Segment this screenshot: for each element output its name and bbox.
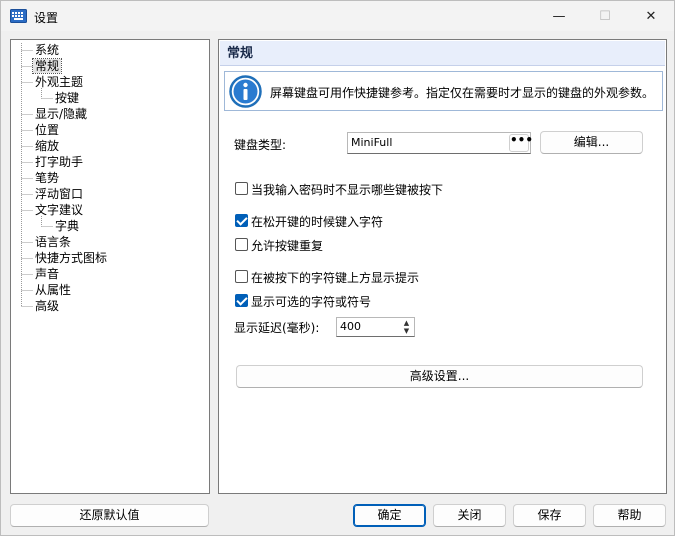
show-hint-above-key-checkbox[interactable] (235, 270, 248, 283)
settings-window: 设置 — ☐ ✕ 系统 常规 外观主题 按键 显示/隐藏 位置 缩放 打字助手 … (0, 0, 675, 536)
info-icon (229, 75, 262, 108)
tree-item-gestures[interactable]: 笔势 (33, 170, 61, 186)
info-box: 屏幕键盘可用作快捷键参考。指定仅在需要时才显示的键盘的外观参数。 (224, 71, 663, 111)
hide-keys-on-password-checkbox[interactable] (235, 182, 248, 195)
allow-key-repeat-checkbox[interactable] (235, 238, 248, 251)
show-optional-chars-label[interactable]: 显示可选的字符或符号 (251, 293, 371, 310)
window-title: 设置 (34, 11, 59, 25)
tree-item-dictionary[interactable]: 字典 (53, 218, 81, 234)
panel-title: 常规 (220, 41, 665, 66)
show-optional-chars-checkbox[interactable] (235, 294, 248, 307)
tree-item-sound[interactable]: 声音 (33, 266, 61, 282)
edit-button[interactable]: 编辑... (540, 131, 643, 154)
tree-item-word-suggestions[interactable]: 文字建议 (33, 202, 85, 218)
save-button[interactable]: 保存 (513, 504, 586, 527)
spin-down-icon[interactable]: ▼ (400, 327, 413, 335)
more-options-icon[interactable]: ••• (509, 134, 533, 152)
tree-item-typing-assistant[interactable]: 打字助手 (33, 154, 85, 170)
close-button[interactable]: 关闭 (433, 504, 506, 527)
close-window-button[interactable]: ✕ (628, 1, 674, 31)
tree-item-appearance-theme[interactable]: 外观主题 (33, 74, 85, 90)
tree-item-system[interactable]: 系统 (33, 42, 61, 58)
advanced-settings-button[interactable]: 高级设置... (236, 365, 643, 388)
ok-button[interactable]: 确定 (353, 504, 426, 527)
hide-keys-on-password-label[interactable]: 当我输入密码时不显示哪些键被按下 (251, 181, 443, 198)
display-delay-label: 显示延迟(毫秒): (234, 321, 320, 335)
keyboard-type-label: 键盘类型: (234, 138, 287, 152)
show-hint-above-key-label[interactable]: 在被按下的字符键上方显示提示 (251, 269, 419, 286)
minimize-button[interactable]: — (536, 1, 582, 31)
info-text: 屏幕键盘可用作快捷键参考。指定仅在需要时才显示的键盘的外观参数。 (270, 86, 655, 100)
maximize-button[interactable]: ☐ (582, 1, 628, 31)
keyboard-app-icon (10, 9, 27, 23)
keyboard-type-combo[interactable]: MiniFull ••• (347, 132, 533, 154)
settings-tree[interactable]: 系统 常规 外观主题 按键 显示/隐藏 位置 缩放 打字助手 笔势 浮动窗口 文… (10, 39, 210, 494)
help-button[interactable]: 帮助 (593, 504, 666, 527)
spin-up-icon[interactable]: ▲ (400, 319, 413, 327)
tree-item-position[interactable]: 位置 (33, 122, 61, 138)
tree-item-show-hide[interactable]: 显示/隐藏 (33, 106, 89, 122)
tree-item-language-bar[interactable]: 语言条 (33, 234, 73, 250)
allow-key-repeat-label[interactable]: 允许按键重复 (251, 237, 323, 254)
input-on-release-label[interactable]: 在松开键的时候键入字符 (251, 213, 383, 230)
keyboard-type-value: MiniFull (351, 136, 393, 149)
tree-item-zoom[interactable]: 缩放 (33, 138, 61, 154)
title-bar: 设置 — ☐ ✕ (1, 1, 674, 31)
display-delay-value: 400 (340, 320, 361, 333)
restore-defaults-button[interactable]: 还原默认值 (10, 504, 209, 527)
display-delay-spinbox[interactable]: 400 ▲ ▼ (336, 317, 415, 337)
tree-item-keys[interactable]: 按键 (53, 90, 81, 106)
tree-item-shortcut-icons[interactable]: 快捷方式图标 (33, 250, 109, 266)
tree-item-subordinate-properties[interactable]: 从属性 (33, 282, 73, 298)
general-settings-panel: 常规 屏幕键盘可用作快捷键参考。指定仅在需要时才显示的键盘的外观参数。 键盘类型… (218, 39, 667, 494)
input-on-release-checkbox[interactable] (235, 214, 248, 227)
tree-item-floating-window[interactable]: 浮动窗口 (33, 186, 85, 202)
tree-item-advanced[interactable]: 高级 (33, 298, 61, 314)
tree-item-general[interactable]: 常规 (31, 58, 63, 74)
